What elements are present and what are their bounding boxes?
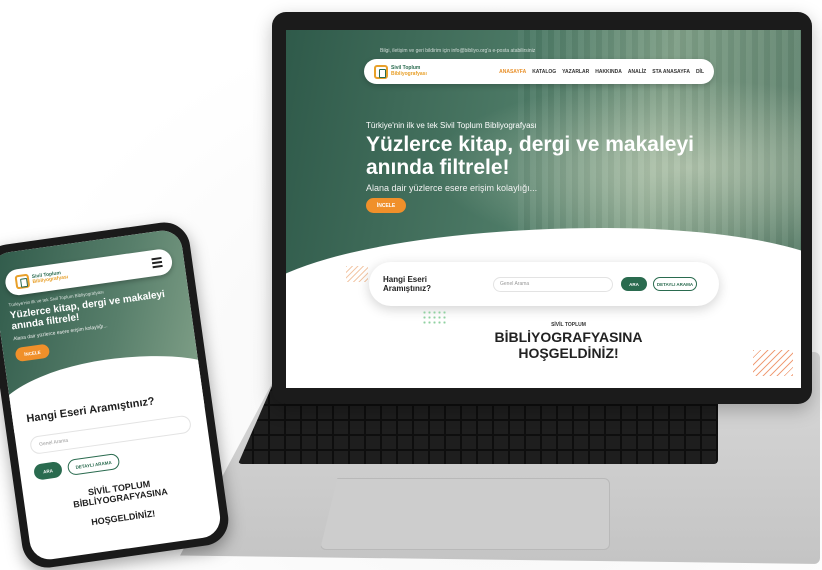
mobile-detailed-search-button[interactable]: DETAYLI ARAMA — [66, 452, 121, 476]
nav-item-dil[interactable]: DİL — [696, 69, 704, 75]
mobile-search-button[interactable]: ARA — [33, 460, 63, 481]
search-input[interactable]: Genel Arama — [493, 276, 613, 292]
search-card: Hangi Eseri Aramıştınız? Genel Arama ARA… — [369, 262, 719, 306]
laptop-screen: Bilgi, iletişim ve geri bildirim için in… — [286, 30, 801, 388]
laptop-trackpad — [320, 478, 610, 550]
search-button-label: ARA — [629, 281, 639, 287]
top-note: Bilgi, iletişim ve geri bildirim için in… — [380, 48, 536, 54]
nav-item-anasayfa[interactable]: ANASAYFA — [499, 69, 526, 75]
incele-button-label: İNCELE — [376, 202, 396, 209]
welcome-line-2: HOŞGELDİNİZ! — [518, 344, 619, 361]
decorative-stripes — [346, 266, 368, 282]
book-logo-icon — [374, 64, 388, 79]
mobile-logo-text: Sivil Toplum Bibliyografyası — [31, 270, 69, 286]
nav-item-sta-anasayfa[interactable]: STA ANASAYFA — [652, 69, 690, 75]
mockup-stage: Bilgi, iletişim ve geri bildirim için in… — [0, 0, 822, 570]
phone-screen: Sivil Toplum Bibliyografyası Türkiye'nin… — [0, 228, 223, 562]
hero-title: Yüzlerce kitap, dergi ve makaleyi anında… — [366, 133, 695, 179]
search-question: Hangi Eseri Aramıştınız? — [383, 274, 432, 293]
incele-button[interactable]: İNCELE — [366, 198, 406, 213]
detailed-search-button[interactable]: DETAYLI ARAMA — [653, 277, 697, 291]
nav-item-hakkinda[interactable]: HAKKINDA — [595, 69, 622, 75]
welcome-line-1: BİBLİYOGRAFYASINA — [494, 329, 643, 345]
nav-item-analiz[interactable]: ANALİZ — [628, 69, 646, 75]
hamburger-menu-icon[interactable] — [151, 256, 163, 269]
nav-menu: ANASAYFA KATALOG YAZARLAR HAKKINDA ANALİ… — [499, 69, 704, 75]
phone-device: Sivil Toplum Bibliyografyası Türkiye'nin… — [0, 219, 232, 570]
hero-subtitle: Alana dair yüzlerce esere erişim kolaylı… — [366, 183, 538, 193]
nav-item-katalog[interactable]: KATALOG — [532, 69, 556, 75]
mobile-search-label: ARA — [42, 467, 54, 474]
site-logo[interactable]: Sivil Toplum Bibliyografyası — [374, 64, 427, 79]
mobile-incele-label: İNCELE — [23, 349, 41, 357]
mobile-site-logo[interactable]: Sivil Toplum Bibliyografyası — [14, 268, 69, 290]
nav-item-yazarlar[interactable]: YAZARLAR — [562, 69, 589, 75]
mobile-detailed-search-label: DETAYLI ARAMA — [75, 459, 112, 470]
hero-kicker: Türkiye'nin ilk ve tek Sivil Toplum Bibl… — [366, 121, 537, 130]
mobile-book-logo-icon — [14, 273, 31, 290]
logo-line-2: Bibliyografyası — [391, 70, 427, 77]
search-button[interactable]: ARA — [621, 277, 647, 291]
welcome-heading: BİBLİYOGRAFYASINA HOŞGELDİNİZ! — [286, 329, 801, 361]
welcome-kicker: SİVİL TOPLUM — [551, 322, 586, 328]
logo-text: Sivil Toplum Bibliyografyası — [391, 65, 427, 77]
detailed-search-label: DETAYLI ARAMA — [656, 281, 694, 287]
navbar: Sivil Toplum Bibliyografyası ANASAYFA KA… — [364, 59, 714, 84]
